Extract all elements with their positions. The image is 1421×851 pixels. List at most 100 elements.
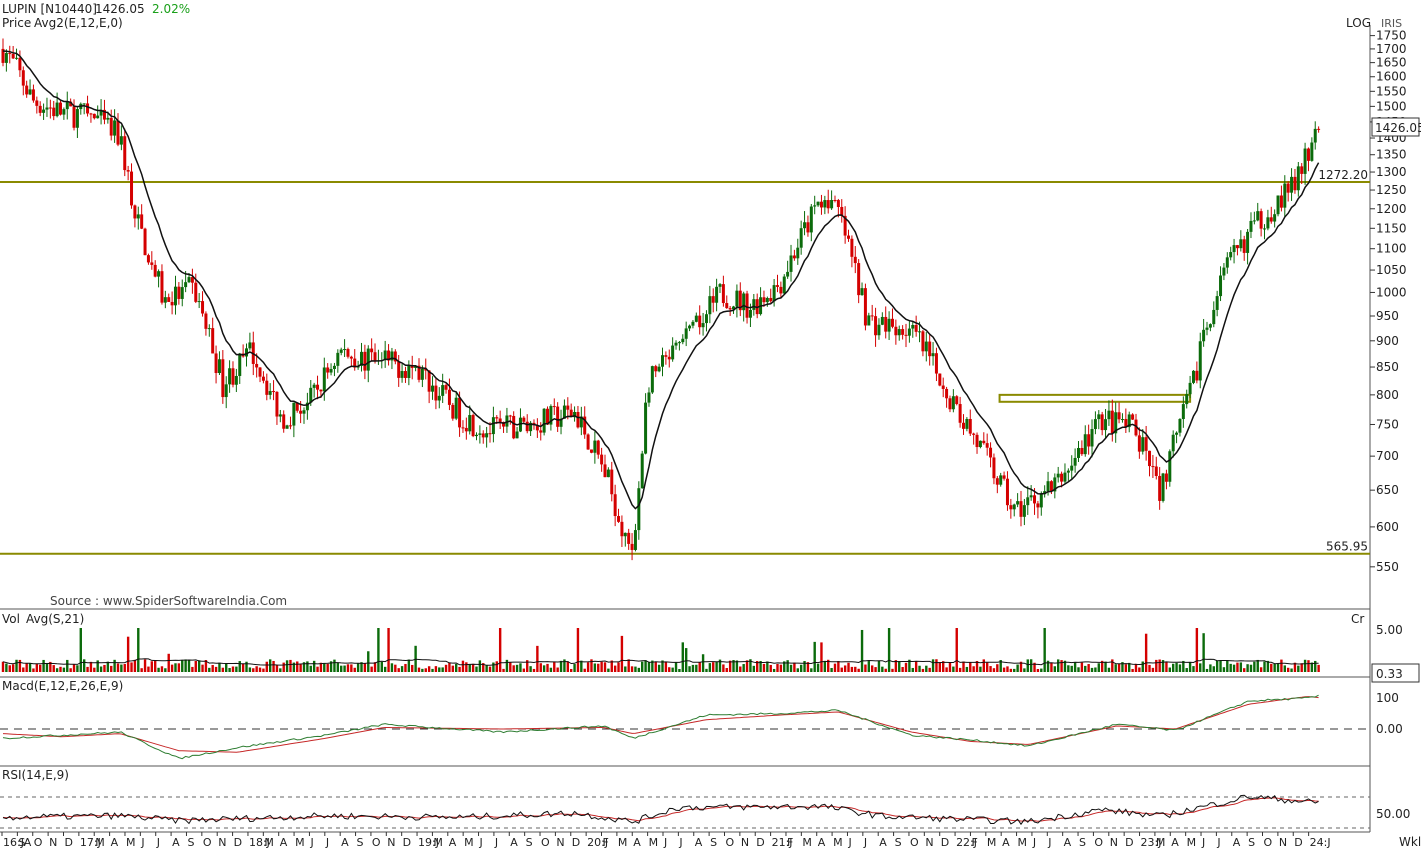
candle-body: [1293, 176, 1297, 191]
volume-bar: [367, 651, 370, 672]
volume-bar: [45, 663, 49, 672]
x-tick-label: J: [309, 836, 313, 849]
stock-chart[interactable]: LUPIN [N10440] 1426.05 2.02% Price Avg2(…: [0, 0, 1421, 851]
candle-body: [488, 433, 492, 435]
x-tick-label: O: [910, 836, 919, 849]
candle-body: [708, 296, 712, 315]
volume-bar: [1131, 668, 1134, 672]
scale-mode-label[interactable]: LOG: [1346, 16, 1371, 30]
candle-body: [217, 359, 221, 373]
candle-body: [123, 136, 127, 171]
candle-body: [867, 315, 871, 326]
volume-bar: [5, 663, 8, 672]
candle-body: [968, 418, 972, 434]
candle-body: [938, 373, 942, 386]
candle-body: [1263, 228, 1267, 230]
y-tick-label: 800: [1376, 388, 1399, 402]
candle-body: [498, 418, 502, 422]
volume-bar: [664, 661, 668, 672]
candle-body: [1131, 414, 1135, 420]
candle-body: [667, 356, 671, 360]
volume-bar: [898, 661, 901, 672]
candle-body: [160, 271, 164, 303]
candle-body: [1202, 329, 1206, 342]
candle-body: [1039, 494, 1043, 508]
x-tick-label: M: [95, 836, 105, 849]
candle-body: [302, 410, 306, 414]
candle-body: [847, 235, 851, 239]
volume-bar: [333, 659, 336, 672]
volume-bar: [478, 660, 482, 672]
volume-bar: [691, 664, 695, 672]
volume-bar: [177, 663, 181, 672]
candle-body: [163, 297, 167, 303]
volume-bar: [512, 665, 515, 672]
candle-body: [146, 255, 150, 263]
volume-bar: [1077, 667, 1080, 672]
x-tick-label: N: [556, 836, 564, 849]
candle-body: [1208, 324, 1212, 328]
volume-bar: [93, 667, 96, 672]
candle-body: [826, 200, 830, 209]
candle-body: [1317, 128, 1321, 130]
candle-body: [613, 494, 617, 517]
candle-body: [312, 384, 316, 388]
candle-body: [1185, 394, 1189, 405]
x-tick-label: N: [387, 836, 395, 849]
x-tick-label: D: [234, 836, 242, 849]
candle-body: [620, 521, 624, 537]
volume-bar: [350, 664, 353, 672]
volume-bar: [164, 668, 167, 672]
volume-bar: [1303, 659, 1307, 672]
volume-bar: [684, 648, 688, 672]
x-tick-label: A: [818, 836, 826, 849]
x-tick-label: S: [187, 836, 194, 849]
y-tick-label: 1750: [1376, 29, 1407, 43]
candle-body: [772, 285, 776, 302]
volume-bar: [867, 661, 871, 672]
candle-body: [150, 262, 154, 265]
price-label: Price: [2, 16, 31, 30]
candle-body: [434, 385, 438, 401]
volume-bar: [1185, 668, 1188, 672]
volume-bar: [556, 667, 559, 672]
volume-bar: [140, 668, 143, 672]
candle-body: [718, 284, 722, 287]
volume-bar: [1202, 633, 1205, 672]
candle-body: [681, 338, 685, 343]
volume-bar: [103, 664, 106, 672]
volume-bar: [1141, 661, 1144, 672]
candle-body: [823, 200, 827, 208]
timeframe-label[interactable]: Wkl: [1399, 835, 1421, 849]
candle-body: [447, 389, 451, 405]
volume-bar: [1148, 664, 1151, 672]
volume-bar: [752, 665, 756, 672]
candle-body: [126, 170, 130, 172]
candle-body: [748, 309, 752, 318]
volume-bar: [404, 663, 407, 672]
candle-body: [261, 376, 265, 381]
candle-body: [1107, 410, 1111, 420]
volume-bar: [191, 666, 194, 672]
candle-body: [275, 391, 279, 417]
volume-bar: [150, 661, 154, 672]
candle-body: [664, 355, 668, 357]
volume-bar: [580, 660, 583, 672]
candle-body: [400, 371, 404, 378]
candle-body: [420, 368, 424, 380]
volume-bar: [688, 666, 691, 672]
candle-body: [322, 367, 326, 392]
volume-bar: [498, 628, 502, 672]
volume-bar: [969, 661, 972, 672]
volume-bar: [1195, 628, 1199, 672]
candle-body: [921, 331, 925, 352]
volume-bar: [32, 668, 35, 672]
candle-body: [157, 271, 161, 277]
volume-bar: [130, 662, 133, 672]
candle-body: [512, 415, 516, 439]
volume-bar: [353, 667, 356, 672]
y-tick-label: 1050: [1376, 263, 1407, 277]
volume-bar: [1090, 667, 1094, 672]
volume-bar: [18, 659, 22, 672]
candle-body: [877, 324, 881, 336]
